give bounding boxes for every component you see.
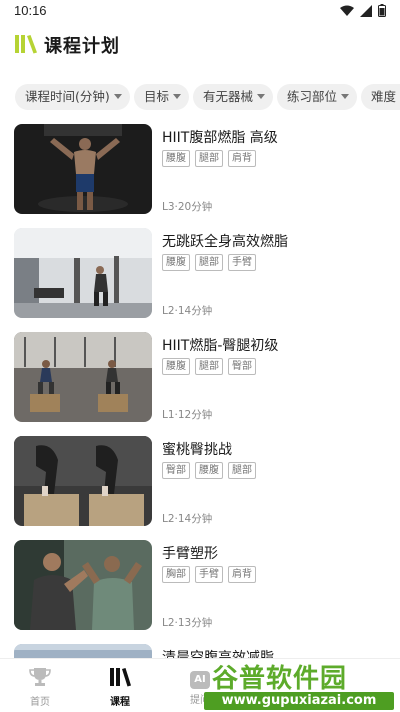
body-part-tag: 手臂 xyxy=(228,254,256,271)
course-title: 无跳跃全身高效燃脂 xyxy=(162,234,288,250)
body-part-tag: 胸部 xyxy=(162,566,190,583)
body-part-tag: 腿部 xyxy=(195,150,223,167)
filter-chip-duration[interactable]: 课程时间(分钟) xyxy=(15,84,130,110)
body-part-tag: 肩背 xyxy=(228,566,256,583)
app-header: 课程计划 xyxy=(0,28,400,64)
status-bar: 10:16 xyxy=(0,0,400,24)
filter-chip-goal[interactable]: 目标 xyxy=(134,84,189,110)
filter-chip-label: 课程时间(分钟) xyxy=(25,89,110,104)
nav-label: 课程 xyxy=(110,697,130,708)
body-part-tag: 肩背 xyxy=(228,150,256,167)
course-card[interactable]: HIIT腹部燃脂 高级 腰腹 腿部 肩背 L3·20分钟 xyxy=(0,124,400,216)
body-part-tag: 臀部 xyxy=(162,462,190,479)
trophy-icon xyxy=(29,668,51,686)
course-tags: 臀部 腰腹 腿部 xyxy=(162,462,256,479)
body-part-tag: 腿部 xyxy=(228,462,256,479)
caret-down-icon xyxy=(341,94,349,99)
course-title: 手臂塑形 xyxy=(162,546,218,562)
course-title: 蜜桃臀挑战 xyxy=(162,442,232,458)
course-card[interactable]: 手臂塑形 胸部 手臂 肩背 L2·13分钟 xyxy=(0,540,400,632)
body-part-tag: 腰腹 xyxy=(162,150,190,167)
filter-chip-body-part[interactable]: 练习部位 xyxy=(277,84,357,110)
course-title: HIIT腹部燃脂 高级 xyxy=(162,130,278,146)
nav-item-courses[interactable]: 课程 xyxy=(90,667,150,708)
body-part-tag: 腿部 xyxy=(195,254,223,271)
course-tags: 腰腹 腿部 手臂 xyxy=(162,254,256,271)
course-tags: 腰腹 腿部 臀部 xyxy=(162,358,256,375)
books-logo-icon xyxy=(15,35,37,54)
course-title: HIIT燃脂-臀腿初级 xyxy=(162,338,279,354)
battery-icon xyxy=(378,4,386,17)
watermark-title: 谷普软件园 xyxy=(212,664,348,694)
filter-chip-label: 有无器械 xyxy=(203,89,254,104)
nav-label: 首页 xyxy=(30,697,50,708)
nav-item-home[interactable]: 首页 xyxy=(10,667,70,708)
books-icon xyxy=(110,668,131,687)
course-card[interactable]: 无跳跃全身高效燃脂 腰腹 腿部 手臂 L2·14分钟 xyxy=(0,228,400,320)
course-tags: 胸部 手臂 肩背 xyxy=(162,566,256,583)
page-title: 课程计划 xyxy=(44,36,120,57)
course-thumbnail xyxy=(14,540,152,630)
body-part-tag: 腰腹 xyxy=(195,462,223,479)
filter-chip-equipment[interactable]: 有无器械 xyxy=(193,84,273,110)
course-meta: L2·14分钟 xyxy=(162,305,213,317)
course-card[interactable]: 蜜桃臀挑战 臀部 腰腹 腿部 L2·14分钟 xyxy=(0,436,400,528)
filter-chip-label: 练习部位 xyxy=(287,89,338,104)
caret-down-icon xyxy=(114,94,122,99)
filter-row: 课程时间(分钟) 目标 有无器械 练习部位 难度 xyxy=(0,84,400,112)
course-thumbnail xyxy=(14,332,152,422)
wifi-icon xyxy=(340,5,354,16)
body-part-tag: 腿部 xyxy=(195,358,223,375)
filter-chip-difficulty[interactable]: 难度 xyxy=(361,84,400,110)
course-thumbnail xyxy=(14,644,152,658)
course-thumbnail xyxy=(14,124,152,214)
caret-down-icon xyxy=(257,94,265,99)
watermark: 谷普软件园 www.gupuxiazai.com xyxy=(202,654,396,712)
body-part-tag: 腰腹 xyxy=(162,358,190,375)
caret-down-icon xyxy=(173,94,181,99)
course-meta: L2·14分钟 xyxy=(162,513,213,525)
body-part-tag: 手臂 xyxy=(195,566,223,583)
body-part-tag: 腰腹 xyxy=(162,254,190,271)
course-tags: 腰腹 腿部 肩背 xyxy=(162,150,256,167)
body-part-tag: 臀部 xyxy=(228,358,256,375)
course-card[interactable]: HIIT燃脂-臀腿初级 腰腹 腿部 臀部 L1·12分钟 xyxy=(0,332,400,424)
course-thumbnail xyxy=(14,228,152,318)
filter-chip-label: 难度 xyxy=(371,89,397,104)
signal-icon xyxy=(360,4,372,17)
course-meta: L3·20分钟 xyxy=(162,201,213,213)
status-icons xyxy=(340,4,386,17)
status-time: 10:16 xyxy=(14,3,47,18)
course-meta: L1·12分钟 xyxy=(162,409,213,421)
course-thumbnail xyxy=(14,436,152,526)
watermark-url: www.gupuxiazai.com xyxy=(204,692,394,710)
course-meta: L2·13分钟 xyxy=(162,617,213,629)
filter-chip-label: 目标 xyxy=(144,89,170,104)
